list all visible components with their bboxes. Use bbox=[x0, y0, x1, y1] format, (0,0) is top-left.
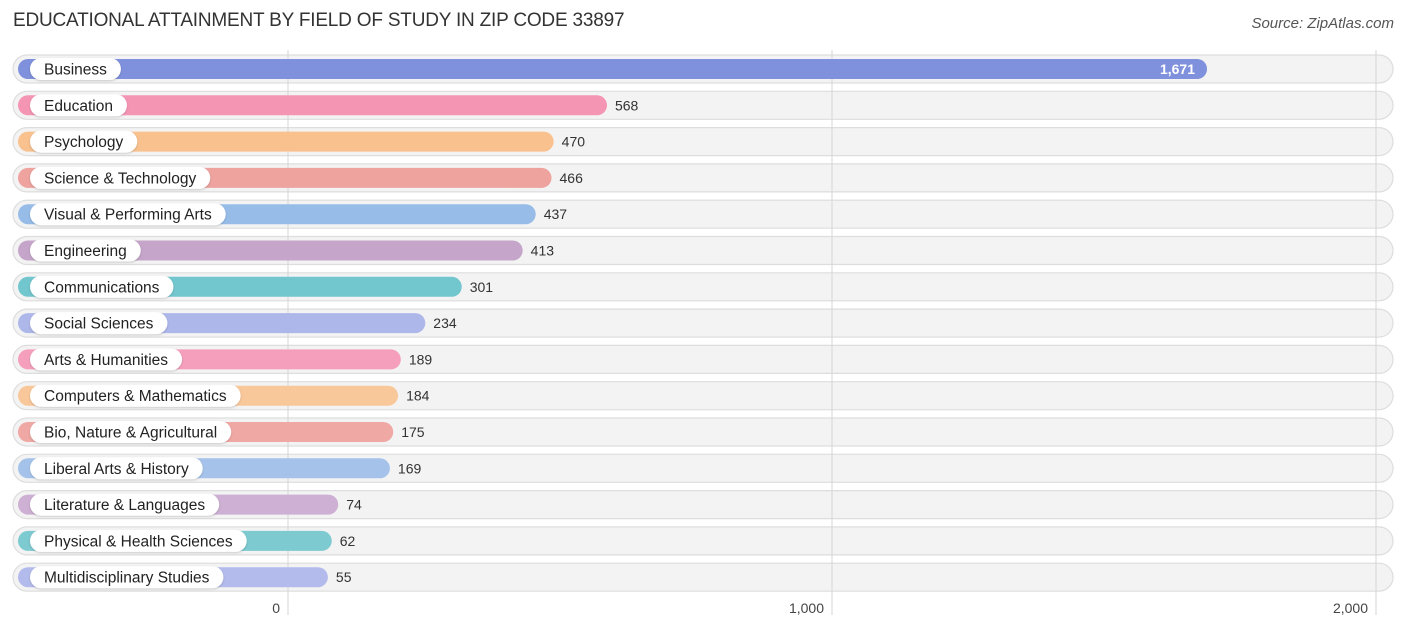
category-label: Literature & Languages bbox=[44, 497, 205, 514]
value-label: 470 bbox=[562, 134, 586, 150]
value-label: 234 bbox=[433, 315, 457, 331]
category-label: Liberal Arts & History bbox=[44, 461, 189, 478]
category-label: Science & Technology bbox=[44, 170, 196, 187]
value-label: 189 bbox=[409, 351, 433, 367]
x-tick-label: 0 bbox=[272, 600, 280, 616]
value-label: 184 bbox=[406, 388, 430, 404]
x-tick-label: 1,000 bbox=[789, 600, 824, 616]
value-label: 169 bbox=[398, 460, 422, 476]
value-label: 1,671 bbox=[1160, 61, 1195, 77]
category-label: Engineering bbox=[44, 243, 127, 260]
value-label: 74 bbox=[346, 497, 362, 513]
value-label: 55 bbox=[336, 569, 352, 585]
category-label: Arts & Humanities bbox=[44, 352, 168, 369]
bar[interactable] bbox=[18, 59, 1208, 79]
category-label: Visual & Performing Arts bbox=[44, 207, 212, 224]
value-label: 466 bbox=[560, 170, 584, 186]
x-tick-label: 2,000 bbox=[1333, 600, 1368, 616]
category-label: Physical & Health Sciences bbox=[44, 533, 233, 550]
value-label: 413 bbox=[531, 243, 555, 259]
value-label: 175 bbox=[401, 424, 425, 440]
category-label: Computers & Mathematics bbox=[44, 388, 227, 405]
value-label: 568 bbox=[615, 97, 639, 113]
category-label: Social Sciences bbox=[44, 316, 154, 333]
category-label: Bio, Nature & Agricultural bbox=[44, 425, 217, 442]
category-label: Education bbox=[44, 98, 113, 115]
bar-chart: 0 1,000 2,000 Business 1,671 Education 568 Psyc… bbox=[12, 50, 1394, 616]
value-label: 437 bbox=[544, 206, 568, 222]
value-label: 301 bbox=[470, 279, 494, 295]
value-label: 62 bbox=[340, 533, 356, 549]
category-label: Business bbox=[44, 62, 107, 79]
category-label: Communications bbox=[44, 279, 160, 296]
category-label: Psychology bbox=[44, 134, 124, 151]
category-label: Multidisciplinary Studies bbox=[44, 570, 210, 587]
